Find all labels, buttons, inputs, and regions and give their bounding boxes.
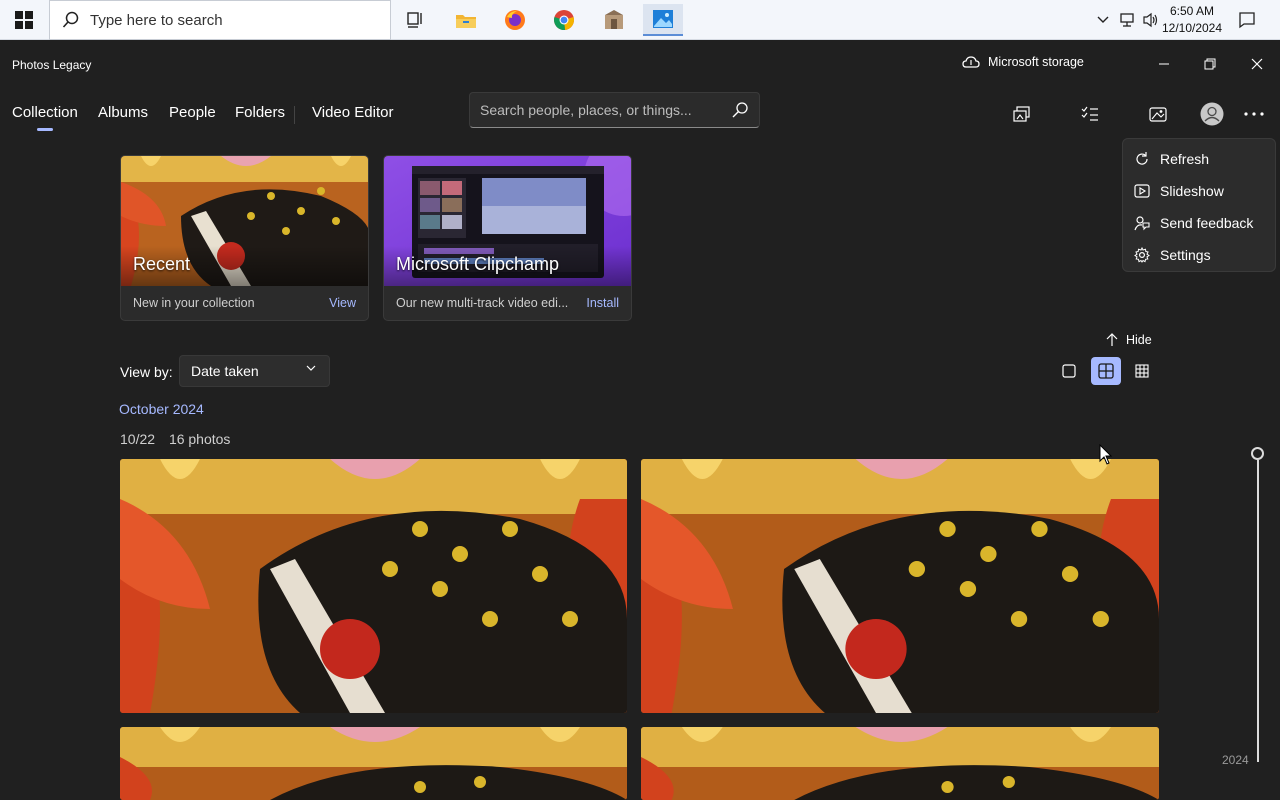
- start-button[interactable]: [0, 0, 48, 40]
- search-icon[interactable]: [731, 101, 749, 119]
- minimize-icon: [1159, 63, 1169, 65]
- menu-item-label: Refresh: [1160, 151, 1210, 167]
- account-button[interactable]: [1194, 100, 1230, 128]
- hide-label: Hide: [1126, 333, 1152, 347]
- windows-logo-icon: [15, 11, 33, 29]
- select-button[interactable]: [1072, 100, 1108, 128]
- photos-app-window: Photos Legacy Microsoft storage Collecti…: [0, 40, 1280, 800]
- taskbar-clock[interactable]: 6:50 AM 12/10/2024: [1160, 3, 1224, 37]
- tab-albums[interactable]: Albums: [98, 104, 148, 121]
- single-square-icon: [1062, 364, 1076, 378]
- close-icon: [1251, 58, 1263, 70]
- date-label: 10/22: [120, 431, 156, 447]
- volume-icon[interactable]: [1140, 0, 1162, 40]
- photo-tile[interactable]: [641, 727, 1159, 800]
- recent-view-link[interactable]: View: [329, 296, 356, 310]
- photo-count: 16 photos: [168, 431, 231, 447]
- restore-icon: [1204, 58, 1216, 70]
- recent-card[interactable]: Recent New in your collection View: [120, 155, 369, 321]
- import-icon: [1013, 106, 1030, 122]
- app-icon[interactable]: [594, 4, 634, 36]
- taskbar-search[interactable]: Type here to search: [49, 0, 391, 40]
- storage-label: Microsoft storage: [988, 55, 1084, 69]
- menu-item-label: Settings: [1160, 247, 1211, 263]
- checklist-icon: [1081, 106, 1098, 121]
- menu-item-slideshow[interactable]: Slideshow: [1123, 175, 1275, 207]
- more-options-menu: Refresh Slideshow Send feedback Settings: [1122, 138, 1276, 272]
- tray-chevron-up-icon[interactable]: [1094, 0, 1112, 40]
- tab-video-editor[interactable]: Video Editor: [312, 104, 393, 121]
- photo-tile[interactable]: [641, 459, 1159, 713]
- clock-date: 12/10/2024: [1161, 21, 1223, 35]
- taskbar-search-placeholder: Type here to search: [90, 11, 223, 29]
- refresh-icon: [1133, 150, 1151, 168]
- feedback-icon: [1133, 214, 1151, 232]
- tab-people[interactable]: People: [169, 104, 216, 121]
- viewby-label: View by:: [120, 364, 173, 380]
- viewby-dropdown[interactable]: Date taken: [179, 355, 330, 387]
- minimize-button[interactable]: [1141, 48, 1187, 80]
- search-input[interactable]: [480, 102, 720, 118]
- recent-card-title: Recent: [133, 254, 191, 274]
- taskbar: Type here to search 6:50 AM 12/10/2024: [0, 0, 1280, 40]
- clipchamp-card-title: Microsoft Clipchamp: [396, 254, 560, 274]
- cloud-icon: [962, 56, 980, 68]
- close-button[interactable]: [1234, 48, 1280, 80]
- notifications-icon[interactable]: [1234, 0, 1260, 40]
- mouse-cursor-icon: [1099, 444, 1113, 465]
- menu-item-send-feedback[interactable]: Send feedback: [1123, 207, 1275, 239]
- photo-tile[interactable]: [120, 459, 627, 713]
- tab-collection[interactable]: Collection: [12, 104, 78, 131]
- small-tiles-button[interactable]: [1127, 357, 1157, 385]
- timeline-handle[interactable]: [1251, 447, 1264, 460]
- more-icon: [1244, 112, 1264, 116]
- recent-card-subtitle: New in your collection: [133, 296, 255, 310]
- chevron-down-icon: [306, 365, 316, 371]
- search-field[interactable]: [469, 92, 760, 128]
- tab-folders[interactable]: Folders: [235, 104, 285, 121]
- avatar-icon: [1200, 102, 1224, 126]
- timeline-year[interactable]: 2024: [1222, 753, 1249, 767]
- viewby-value: Date taken: [191, 363, 259, 379]
- more-options-button[interactable]: [1236, 100, 1272, 128]
- photos-icon[interactable]: [643, 4, 683, 36]
- search-icon: [62, 11, 80, 29]
- import-button[interactable]: [1004, 100, 1040, 128]
- clipchamp-card-subtitle: Our new multi-track video edi...: [396, 296, 569, 310]
- gear-icon: [1133, 246, 1151, 264]
- network-icon[interactable]: [1116, 0, 1138, 40]
- medium-tiles-button[interactable]: [1091, 357, 1121, 385]
- menu-item-label: Send feedback: [1160, 215, 1254, 231]
- clock-time: 6:50 AM: [1169, 4, 1215, 18]
- date-group-header: 10/22 16 photos: [120, 431, 230, 447]
- large-tiles-button[interactable]: [1054, 357, 1084, 385]
- month-heading[interactable]: October 2024: [119, 401, 204, 417]
- clipchamp-install-link[interactable]: Install: [586, 296, 619, 310]
- clipchamp-card[interactable]: Microsoft Clipchamp Our new multi-track …: [383, 155, 632, 321]
- chrome-icon[interactable]: [544, 4, 584, 36]
- restore-button[interactable]: [1187, 48, 1233, 80]
- photos-app-button[interactable]: [1140, 100, 1176, 128]
- menu-item-settings[interactable]: Settings: [1123, 239, 1275, 271]
- menu-item-label: Slideshow: [1160, 183, 1224, 199]
- timeline-scrubber[interactable]: [1257, 460, 1259, 762]
- grid-nine-icon: [1135, 364, 1149, 378]
- nav-divider: [294, 106, 295, 124]
- app-title: Photos Legacy: [12, 58, 92, 72]
- grid-four-icon: [1098, 363, 1114, 379]
- task-view-icon[interactable]: [396, 4, 436, 36]
- slideshow-icon: [1133, 182, 1151, 200]
- arrow-up-icon: [1106, 333, 1118, 346]
- photo-tile[interactable]: [120, 727, 627, 800]
- hide-button[interactable]: Hide: [1106, 333, 1152, 347]
- firefox-icon[interactable]: [495, 4, 535, 36]
- microsoft-storage-button[interactable]: Microsoft storage: [962, 55, 1084, 69]
- photos-switch-icon: [1149, 107, 1167, 122]
- file-explorer-icon[interactable]: [446, 4, 486, 36]
- menu-item-refresh[interactable]: Refresh: [1123, 143, 1275, 175]
